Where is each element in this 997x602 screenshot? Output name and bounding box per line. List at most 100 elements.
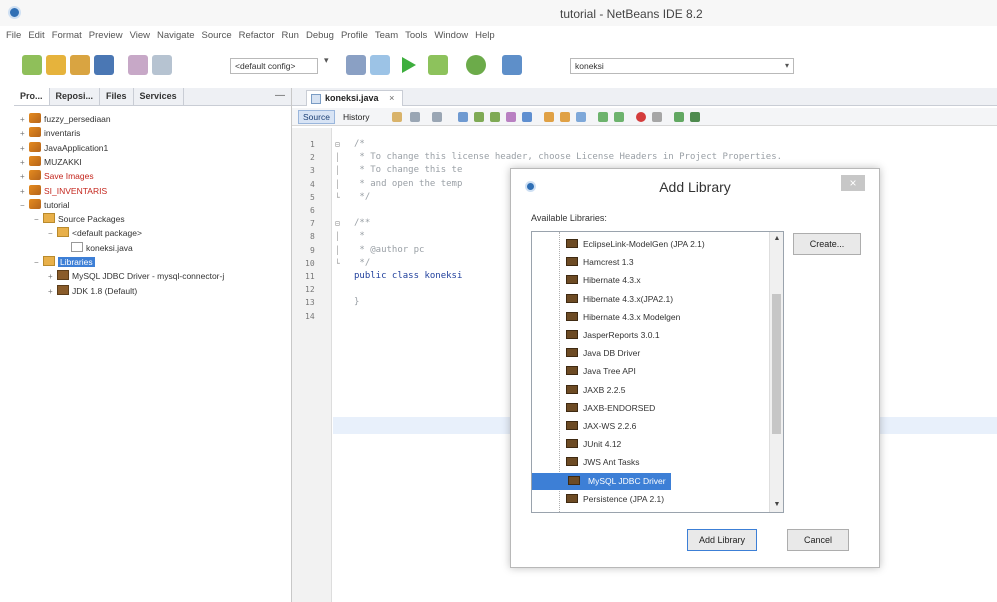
tree-item[interactable]: + MySQL JDBC Driver - mysql-connector-j [48, 269, 224, 283]
deploy-icon[interactable] [502, 55, 522, 75]
menu-debug[interactable]: Debug [306, 30, 334, 41]
tree-toggle-icon[interactable]: − [20, 199, 29, 213]
tree-item[interactable]: − Libraries [34, 255, 95, 269]
library-item[interactable]: JWS Ant Tasks [532, 454, 640, 471]
uncomment-icon[interactable] [690, 112, 700, 122]
library-item[interactable]: JasperReports 3.0.1 [532, 327, 660, 344]
library-item[interactable]: Hamcrest 1.3 [532, 254, 634, 271]
library-item[interactable]: JAXB 2.2.5 [532, 382, 626, 399]
find-next-icon[interactable] [490, 112, 500, 122]
create-button[interactable]: Create... [793, 233, 861, 255]
comment-icon[interactable] [674, 112, 684, 122]
find-previous-icon[interactable] [474, 112, 484, 122]
config-dropdown-icon[interactable]: ▾ [324, 55, 336, 75]
shift-left-icon[interactable] [598, 112, 608, 122]
run-icon[interactable] [402, 57, 416, 73]
debug-icon[interactable] [428, 55, 448, 75]
forward-icon[interactable] [432, 112, 442, 122]
tree-item[interactable]: + SI_INVENTARIS [20, 184, 107, 198]
menu-navigate[interactable]: Navigate [157, 30, 195, 41]
menu-view[interactable]: View [130, 30, 150, 41]
scroll-up-icon[interactable]: ▲ [770, 232, 783, 246]
toggle-rect-select-icon[interactable] [522, 112, 532, 122]
toggle-bookmark-icon[interactable] [576, 112, 586, 122]
tree-toggle-icon[interactable]: − [34, 256, 43, 270]
menu-run[interactable]: Run [282, 30, 299, 41]
menu-profile[interactable]: Profile [341, 30, 368, 41]
clean-build-icon[interactable] [346, 55, 366, 75]
library-item[interactable]: JAXB-ENDORSED [532, 400, 655, 417]
scroll-thumb[interactable] [772, 294, 781, 434]
library-item[interactable]: Hibernate 4.3.x(JPA2.1) [532, 291, 673, 308]
save-all-icon[interactable] [94, 55, 114, 75]
stop-macro-icon[interactable] [652, 112, 662, 122]
redo-icon[interactable] [152, 55, 172, 75]
tree-item[interactable]: − Source Packages [34, 212, 125, 226]
tree-item[interactable]: + JavaApplication1 [20, 141, 108, 155]
menu-team[interactable]: Team [375, 30, 398, 41]
tree-item[interactable]: + inventaris [20, 126, 80, 140]
last-edit-icon[interactable] [392, 112, 402, 122]
search-combo-arrow-icon[interactable]: ▾ [785, 61, 789, 70]
tree-toggle-icon[interactable]: + [48, 270, 57, 284]
explorer-tab-2[interactable]: Files [100, 88, 134, 105]
library-list-scrollbar[interactable]: ▲ ▼ [769, 232, 783, 512]
menu-preview[interactable]: Preview [89, 30, 123, 41]
tree-toggle-icon[interactable]: − [48, 227, 57, 241]
config-select[interactable]: <default config> [230, 58, 318, 74]
shift-right-icon[interactable] [614, 112, 624, 122]
menu-window[interactable]: Window [434, 30, 468, 41]
menu-edit[interactable]: Edit [28, 30, 44, 41]
source-mode-button[interactable]: Source [298, 110, 335, 124]
new-project-icon[interactable] [22, 55, 42, 75]
toggle-highlight-icon[interactable] [506, 112, 516, 122]
library-item[interactable]: Hibernate 4.3.x Modelgen [532, 309, 680, 326]
menu-help[interactable]: Help [475, 30, 495, 41]
history-mode-button[interactable]: History [338, 110, 374, 124]
next-bookmark-icon[interactable] [560, 112, 570, 122]
menu-format[interactable]: Format [52, 30, 82, 41]
library-item[interactable]: MySQL JDBC Driver [532, 472, 671, 490]
fold-marker[interactable]: ⊟ [335, 219, 340, 228]
tree-item[interactable]: koneksi.java [62, 241, 133, 255]
library-item[interactable]: Java Tree API [532, 363, 636, 380]
scroll-down-icon[interactable]: ▼ [770, 498, 783, 512]
add-library-button[interactable]: Add Library [687, 529, 757, 551]
minimize-panel-button[interactable]: — [269, 88, 291, 105]
tree-item[interactable]: + Save Images [20, 169, 94, 183]
new-file-icon[interactable] [46, 55, 66, 75]
search-combo[interactable]: koneksi ▾ [570, 58, 794, 74]
tree-item[interactable]: + MUZAKKI [20, 155, 82, 169]
library-item[interactable]: JAX-WS 2.2.6 [532, 418, 636, 435]
tree-toggle-icon[interactable]: − [34, 213, 43, 227]
explorer-tab-3[interactable]: Services [134, 88, 184, 105]
build-icon[interactable] [370, 55, 390, 75]
tree-toggle-icon[interactable]: + [48, 285, 57, 299]
tab-koneksi-java[interactable]: koneksi.java × [306, 90, 404, 106]
menu-file[interactable]: File [6, 30, 21, 41]
library-item[interactable]: EclipseLink-ModelGen (JPA 2.1) [532, 236, 705, 253]
open-project-icon[interactable] [70, 55, 90, 75]
explorer-tab-0[interactable]: Pro... [14, 88, 50, 105]
close-tab-icon[interactable]: × [389, 93, 394, 103]
tree-item[interactable]: − tutorial [20, 198, 70, 212]
profile-icon[interactable] [466, 55, 486, 75]
library-item[interactable]: Persistence (JPA 2.1) [532, 491, 664, 508]
tree-toggle-icon[interactable]: + [20, 142, 29, 156]
undo-icon[interactable] [128, 55, 148, 75]
library-item[interactable]: JUnit 4.12 [532, 436, 621, 453]
menu-source[interactable]: Source [202, 30, 232, 41]
back-icon[interactable] [410, 112, 420, 122]
previous-bookmark-icon[interactable] [544, 112, 554, 122]
tree-toggle-icon[interactable]: + [20, 185, 29, 199]
tree-toggle-icon[interactable]: + [20, 127, 29, 141]
menu-refactor[interactable]: Refactor [239, 30, 275, 41]
start-macro-icon[interactable] [636, 112, 646, 122]
explorer-tab-1[interactable]: Reposi... [50, 88, 101, 105]
menu-tools[interactable]: Tools [405, 30, 427, 41]
tree-item[interactable]: + fuzzy_persediaan [20, 112, 111, 126]
tree-item[interactable]: − <default package> [48, 226, 142, 240]
tree-toggle-icon[interactable]: + [20, 170, 29, 184]
find-icon[interactable] [458, 112, 468, 122]
tree-toggle-icon[interactable]: + [20, 113, 29, 127]
